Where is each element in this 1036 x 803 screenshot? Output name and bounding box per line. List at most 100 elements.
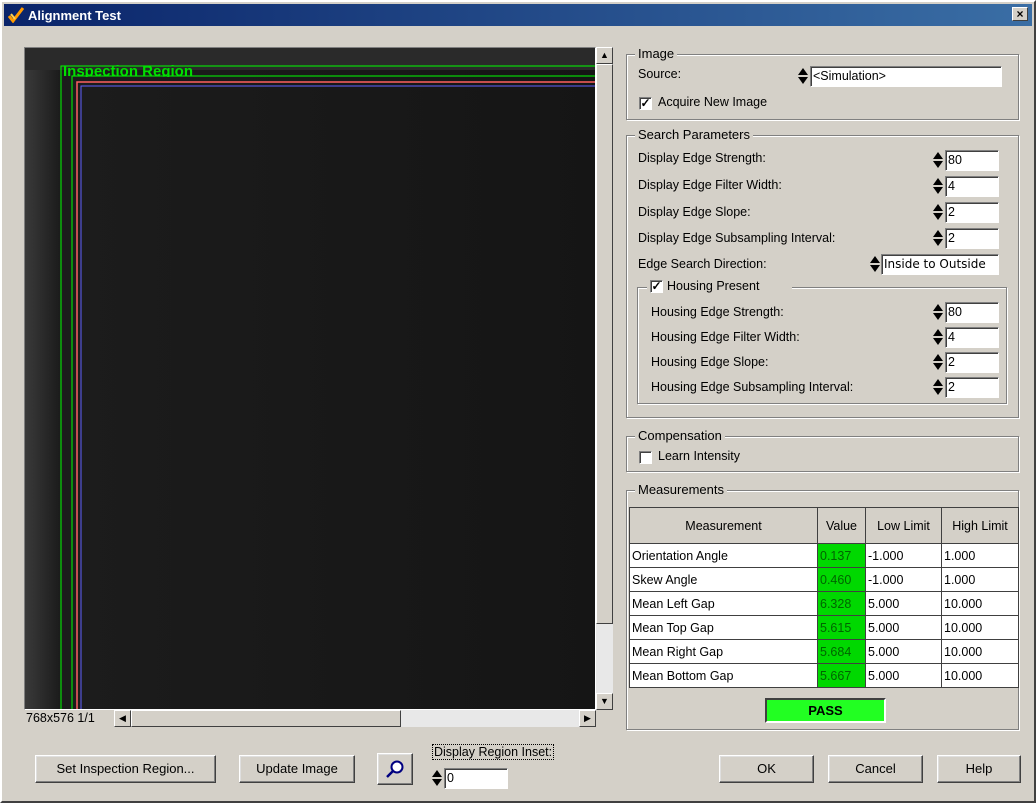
- alignment-test-window: Alignment Test × Inspection Region ▲ ▼ 7…: [0, 0, 1036, 803]
- measurement-cell: Orientation Angle: [629, 543, 818, 568]
- housing-edge-subsampling-field[interactable]: 2: [945, 377, 999, 398]
- vertical-scroll-thumb[interactable]: [596, 64, 613, 624]
- low-limit-cell: 5.000: [865, 639, 942, 664]
- horizontal-scroll-thumb[interactable]: [131, 710, 401, 727]
- edge-search-direction-spinner-icon[interactable]: [870, 254, 881, 275]
- source-label: Source:: [638, 67, 682, 81]
- close-button[interactable]: ×: [1012, 7, 1028, 21]
- scroll-down-icon[interactable]: ▼: [596, 693, 613, 710]
- display-edge-strength-field[interactable]: 80: [945, 150, 999, 171]
- scroll-right-icon[interactable]: ▶: [579, 710, 596, 727]
- image-status: 768x576 1/1: [26, 711, 95, 725]
- value-cell: 0.460: [817, 567, 866, 592]
- value-cell: 0.137: [817, 543, 866, 568]
- housing-present-label: Housing Present: [667, 279, 760, 293]
- value-cell: 5.615: [817, 615, 866, 640]
- search-parameters-title: Search Parameters: [635, 127, 753, 142]
- display-edge-filter-width-label: Display Edge Filter Width:: [638, 178, 782, 192]
- low-limit-cell: -1.000: [865, 543, 942, 568]
- image-group-title: Image: [635, 46, 678, 61]
- image-vertical-scrollbar[interactable]: ▲ ▼: [596, 47, 613, 710]
- acquire-new-image-label: Acquire New Image: [658, 95, 768, 109]
- update-image-label: Update Image: [256, 761, 338, 776]
- image-horizontal-scrollbar[interactable]: ◀ ▶: [114, 710, 596, 727]
- display-edge-slope-spinner-icon[interactable]: [933, 202, 944, 223]
- learn-intensity-label: Learn Intensity: [658, 449, 740, 463]
- scroll-up-icon[interactable]: ▲: [596, 47, 613, 64]
- low-limit-cell: -1.000: [865, 567, 942, 592]
- value-cell: 5.684: [817, 639, 866, 664]
- table-row: Mean Top Gap 5.615 5.000 10.000: [629, 615, 1019, 640]
- low-limit-cell: 5.000: [865, 663, 942, 688]
- edge-search-direction-label: Edge Search Direction:: [638, 257, 767, 271]
- table-row: Skew Angle 0.460 -1.000 1.000: [629, 567, 1019, 592]
- housing-edge-slope-field[interactable]: 2: [945, 352, 999, 373]
- display-edge-slope-field[interactable]: 2: [945, 202, 999, 223]
- display-edge-strength-label: Display Edge Strength:: [638, 151, 766, 165]
- help-button[interactable]: Help: [937, 755, 1021, 783]
- table-row: Orientation Angle 0.137 -1.000 1.000: [629, 543, 1019, 568]
- display-edge-subsampling-field[interactable]: 2: [945, 228, 999, 249]
- housing-present-checkbox[interactable]: ✓: [650, 280, 663, 293]
- edge-search-direction-field[interactable]: Inside to Outside: [881, 254, 999, 275]
- measurement-cell: Mean Bottom Gap: [629, 663, 818, 688]
- display-edge-filter-width-field[interactable]: 4: [945, 176, 999, 197]
- housing-present-header: ✓ Housing Present: [647, 278, 792, 296]
- housing-edge-strength-label: Housing Edge Strength:: [651, 305, 784, 319]
- display-edge-subsampling-spinner-icon[interactable]: [933, 228, 944, 249]
- pass-label: PASS: [808, 703, 843, 718]
- set-inspection-region-button[interactable]: Set Inspection Region...: [35, 755, 216, 783]
- measurement-cell: Mean Left Gap: [629, 591, 818, 616]
- column-header-measurement: Measurement: [629, 507, 818, 544]
- high-limit-cell: 1.000: [941, 543, 1019, 568]
- high-limit-cell: 1.000: [941, 567, 1019, 592]
- learn-intensity-checkbox[interactable]: [639, 451, 652, 464]
- measurements-table: Measurement Value Low Limit High Limit O…: [629, 507, 1019, 688]
- display-region-inset-field[interactable]: 0: [444, 768, 508, 789]
- display-edge-strength-spinner-icon[interactable]: [933, 150, 944, 171]
- measurements-title: Measurements: [635, 482, 727, 497]
- cancel-button[interactable]: Cancel: [828, 755, 923, 783]
- table-row: Mean Bottom Gap 5.667 5.000 10.000: [629, 663, 1019, 688]
- ok-button[interactable]: OK: [719, 755, 814, 783]
- title-bar: Alignment Test ×: [4, 4, 1032, 26]
- housing-edge-slope-label: Housing Edge Slope:: [651, 355, 769, 369]
- labview-logo-icon: [7, 7, 25, 24]
- image-display[interactable]: Inspection Region: [24, 47, 596, 710]
- window-title: Alignment Test: [28, 7, 121, 23]
- display-edge-filter-width-spinner-icon[interactable]: [933, 176, 944, 197]
- high-limit-cell: 10.000: [941, 639, 1019, 664]
- value-cell: 6.328: [817, 591, 866, 616]
- source-spinner-icon[interactable]: [798, 66, 809, 87]
- help-label: Help: [965, 761, 993, 776]
- housing-edge-slope-spinner-icon[interactable]: [933, 352, 944, 373]
- scroll-left-icon[interactable]: ◀: [114, 710, 131, 727]
- pass-indicator: PASS: [765, 698, 886, 723]
- low-limit-cell: 5.000: [865, 615, 942, 640]
- column-header-value: Value: [817, 507, 866, 544]
- zoom-button[interactable]: [377, 753, 413, 785]
- display-region-inset-label: Display Region Inset:: [432, 744, 555, 760]
- measurement-cell: Mean Right Gap: [629, 639, 818, 664]
- inspection-region-label: Inspection Region: [63, 65, 194, 77]
- housing-edge-filter-width-field[interactable]: 4: [945, 327, 999, 348]
- ok-label: OK: [757, 761, 776, 776]
- source-field[interactable]: <Simulation>: [810, 66, 1002, 87]
- housing-edge-strength-field[interactable]: 80: [945, 302, 999, 323]
- table-row: Mean Left Gap 6.328 5.000 10.000: [629, 591, 1019, 616]
- cancel-label: Cancel: [855, 761, 896, 776]
- column-header-low-limit: Low Limit: [865, 507, 942, 544]
- high-limit-cell: 10.000: [941, 615, 1019, 640]
- measurement-cell: Mean Top Gap: [629, 615, 818, 640]
- display-edge-slope-label: Display Edge Slope:: [638, 205, 751, 219]
- display-region-inset-spinner-icon[interactable]: [432, 768, 443, 789]
- column-header-high-limit: High Limit: [941, 507, 1019, 544]
- housing-edge-subsampling-spinner-icon[interactable]: [933, 377, 944, 398]
- update-image-button[interactable]: Update Image: [239, 755, 355, 783]
- housing-edge-subsampling-label: Housing Edge Subsampling Interval:: [651, 380, 854, 394]
- set-inspection-region-label: Set Inspection Region...: [56, 761, 195, 776]
- acquire-new-image-checkbox[interactable]: ✓: [639, 97, 652, 110]
- housing-edge-filter-width-spinner-icon[interactable]: [933, 327, 944, 348]
- housing-edge-strength-spinner-icon[interactable]: [933, 302, 944, 323]
- measurement-cell: Skew Angle: [629, 567, 818, 592]
